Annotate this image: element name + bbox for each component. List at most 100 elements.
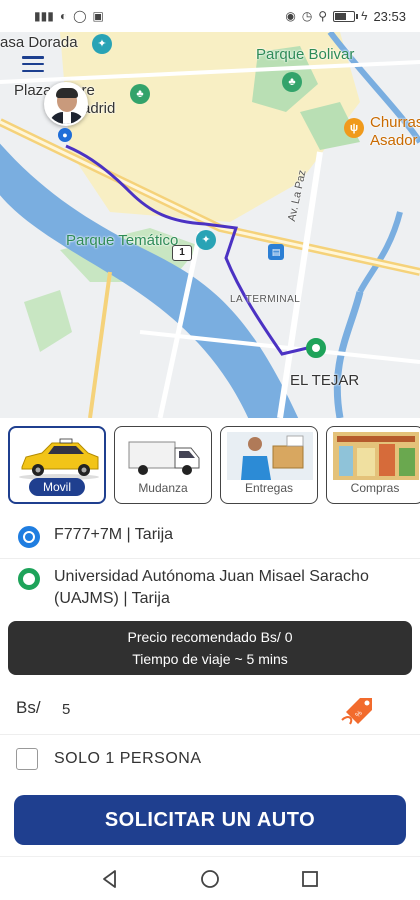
truck-icon xyxy=(128,441,200,475)
battery-fill xyxy=(335,12,346,20)
eye-icon: ◉ xyxy=(285,9,296,23)
circle xyxy=(201,869,219,888)
path xyxy=(103,869,116,888)
circle xyxy=(364,700,370,706)
destination-row[interactable]: Universidad Autónoma Juan Misael Saracho… xyxy=(0,566,420,610)
status-right: ◉ ◷ ⚲ ϟ 23:53 xyxy=(285,9,406,24)
shirt xyxy=(63,112,71,124)
gallery-icon: ▣ xyxy=(92,9,104,23)
poi-icon: ✦ xyxy=(196,230,216,250)
status-left: ▮▮▮ ◐ ◯ ▣ xyxy=(34,9,104,23)
media-icon: ◐ xyxy=(59,9,68,23)
service-mudanza[interactable]: Mudanza xyxy=(114,426,212,504)
span xyxy=(22,56,44,59)
road xyxy=(139,330,420,364)
rect xyxy=(337,436,415,442)
origin-dot-icon xyxy=(18,526,40,548)
circle xyxy=(138,465,148,475)
divider xyxy=(0,558,420,559)
park-area xyxy=(24,290,72,352)
fare-input[interactable] xyxy=(58,696,298,722)
service-label: Movil xyxy=(28,478,86,496)
fare-row: Bs/ % xyxy=(0,688,420,728)
solo-checkbox[interactable] xyxy=(16,748,38,770)
status-bar: ▮▮▮ ◐ ◯ ▣ ◉ ◷ ⚲ ϟ 23:53 xyxy=(0,0,420,32)
map-label: LA TERMINAL xyxy=(230,294,301,305)
charging-icon: ϟ xyxy=(361,9,368,23)
service-compras[interactable]: Compras xyxy=(326,426,420,504)
price-info-box: Precio recomendado Bs/ 0 Tiempo de viaje… xyxy=(8,621,412,675)
circle xyxy=(35,467,41,473)
map-label: Parque Bolivar xyxy=(256,46,355,63)
price-tag-icon[interactable]: % xyxy=(340,690,376,726)
service-label: Compras xyxy=(350,481,400,495)
service-movil[interactable]: Movil xyxy=(8,426,106,504)
system-nav-bar xyxy=(0,856,420,900)
rect xyxy=(272,445,304,469)
service-label: Mudanza xyxy=(138,481,188,495)
restaurant-icon: ψ xyxy=(344,118,364,138)
rect xyxy=(339,446,353,476)
fare-currency-label: Bs/ xyxy=(16,698,41,717)
rect xyxy=(286,435,304,447)
origin-pin-icon: ● xyxy=(58,128,72,142)
circle xyxy=(81,467,87,473)
span xyxy=(22,69,44,72)
delivery-icon xyxy=(227,432,313,480)
path xyxy=(341,716,353,725)
request-car-button[interactable]: SOLICITAR UN AUTO xyxy=(14,795,406,845)
alarm-icon: ◷ xyxy=(301,9,313,23)
shopping-icon xyxy=(333,432,419,480)
taxi-icon xyxy=(19,438,99,480)
map-label: EL TEJAR xyxy=(290,372,360,389)
hair xyxy=(56,88,78,98)
menu-icon[interactable] xyxy=(22,56,44,72)
app-screen: ▮▮▮ ◐ ◯ ▣ ◉ ◷ ⚲ ϟ 23:53 asa Dorada ✦ Par… xyxy=(0,0,420,900)
whatsapp-icon: ◯ xyxy=(73,9,87,23)
service-label: Entregas xyxy=(244,481,294,495)
location-icon: ⚲ xyxy=(318,9,328,23)
solo-row[interactable]: SOLO 1 PERSONA xyxy=(0,744,420,780)
span xyxy=(22,62,44,66)
travel-time: Tiempo de viaje ~ 5 mins xyxy=(132,651,288,667)
recommended-price: Precio recomendado Bs/ 0 xyxy=(127,629,293,645)
origin-row[interactable]: F777+7M | Tarija xyxy=(0,524,420,548)
rect xyxy=(302,870,318,887)
battery-icon xyxy=(333,10,359,22)
rect xyxy=(399,448,415,476)
bus-icon: ▤ xyxy=(268,244,284,260)
poi-icon: ✦ xyxy=(92,34,112,54)
map-label: asa Dorada xyxy=(0,34,78,51)
map-label: Asador xyxy=(370,132,418,149)
rect xyxy=(128,441,176,469)
service-entregas[interactable]: Entregas xyxy=(220,426,318,504)
bottom-sheet: Movil Mudanza Entregas Compras F777+7M |… xyxy=(0,418,420,856)
tree-icon: ♣ xyxy=(130,84,150,104)
destination-address[interactable]: Universidad Autónoma Juan Misael Saracho… xyxy=(54,566,374,610)
back-icon[interactable] xyxy=(99,868,121,890)
recents-icon[interactable] xyxy=(299,868,321,890)
signal-icon: ▮▮▮ xyxy=(34,9,54,23)
map-label: Churras xyxy=(370,114,420,131)
path xyxy=(241,456,271,480)
road xyxy=(88,271,112,418)
tree-icon: ♣ xyxy=(282,72,302,92)
rect xyxy=(379,444,395,476)
service-selector: Movil Mudanza Entregas Compras xyxy=(8,426,420,504)
divider xyxy=(0,734,420,735)
origin-address[interactable]: F777+7M | Tarija xyxy=(54,524,374,546)
home-icon[interactable] xyxy=(199,868,221,890)
destination-pin-icon xyxy=(306,338,326,358)
rect xyxy=(59,438,73,444)
driver-avatar[interactable] xyxy=(44,82,88,126)
map-view[interactable]: asa Dorada ✦ Parque Bolivar ♣ Plaza Sucr… xyxy=(0,32,420,418)
circle xyxy=(248,437,262,451)
map-label: Parque Temático xyxy=(66,232,179,249)
route-shield: 1 xyxy=(172,245,192,261)
status-time: 23:53 xyxy=(373,8,406,24)
destination-dot-icon xyxy=(18,568,40,590)
river-secondary xyxy=(357,211,403,294)
rect xyxy=(357,448,375,476)
solo-label: SOLO 1 PERSONA xyxy=(54,750,202,767)
circle xyxy=(182,465,192,475)
